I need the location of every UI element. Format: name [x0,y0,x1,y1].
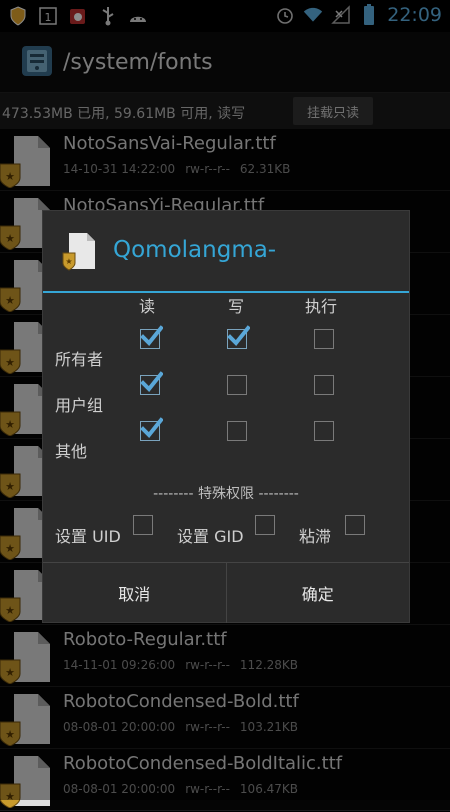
column-write: 写 [228,297,245,316]
permissions-dialog: ★ Qomolangma- 读 写 执行 所有者用户组其他 -------- 特… [42,210,410,623]
special-permissions-header: -------- 特殊权限 -------- [153,486,299,502]
group-read-checkbox[interactable] [140,371,163,395]
others-execute-checkbox[interactable] [314,421,334,441]
cancel-button[interactable]: 取消 [43,563,226,623]
column-read: 读 [139,297,156,316]
row-label-group: 用户组 [55,396,104,415]
dialog-header: ★ Qomolangma- [43,211,409,293]
dialog-title: Qomolangma- [113,237,277,263]
font-file-icon: ★ [61,231,97,271]
owner-execute-checkbox[interactable] [314,329,334,349]
others-write-checkbox[interactable] [227,421,247,441]
svg-text:★: ★ [65,257,72,266]
row-label-owner: 所有者 [55,350,104,369]
ok-button[interactable]: 确定 [225,563,410,623]
row-label-others: 其他 [55,442,88,461]
set-uid-label: 设置 UID [55,527,121,546]
others-read-checkbox[interactable] [140,417,163,441]
owner-read-checkbox[interactable] [140,325,163,349]
owner-write-checkbox[interactable] [227,325,250,349]
set-uid-checkbox[interactable] [133,515,153,535]
set-gid-checkbox[interactable] [255,515,275,535]
set-gid-label: 设置 GID [177,527,244,546]
dialog-button-bar: 取消 确定 [43,562,409,623]
column-execute: 执行 [305,297,338,316]
sticky-checkbox[interactable] [345,515,365,535]
sticky-label: 粘滞 [299,527,332,546]
group-write-checkbox[interactable] [227,375,247,395]
group-execute-checkbox[interactable] [314,375,334,395]
